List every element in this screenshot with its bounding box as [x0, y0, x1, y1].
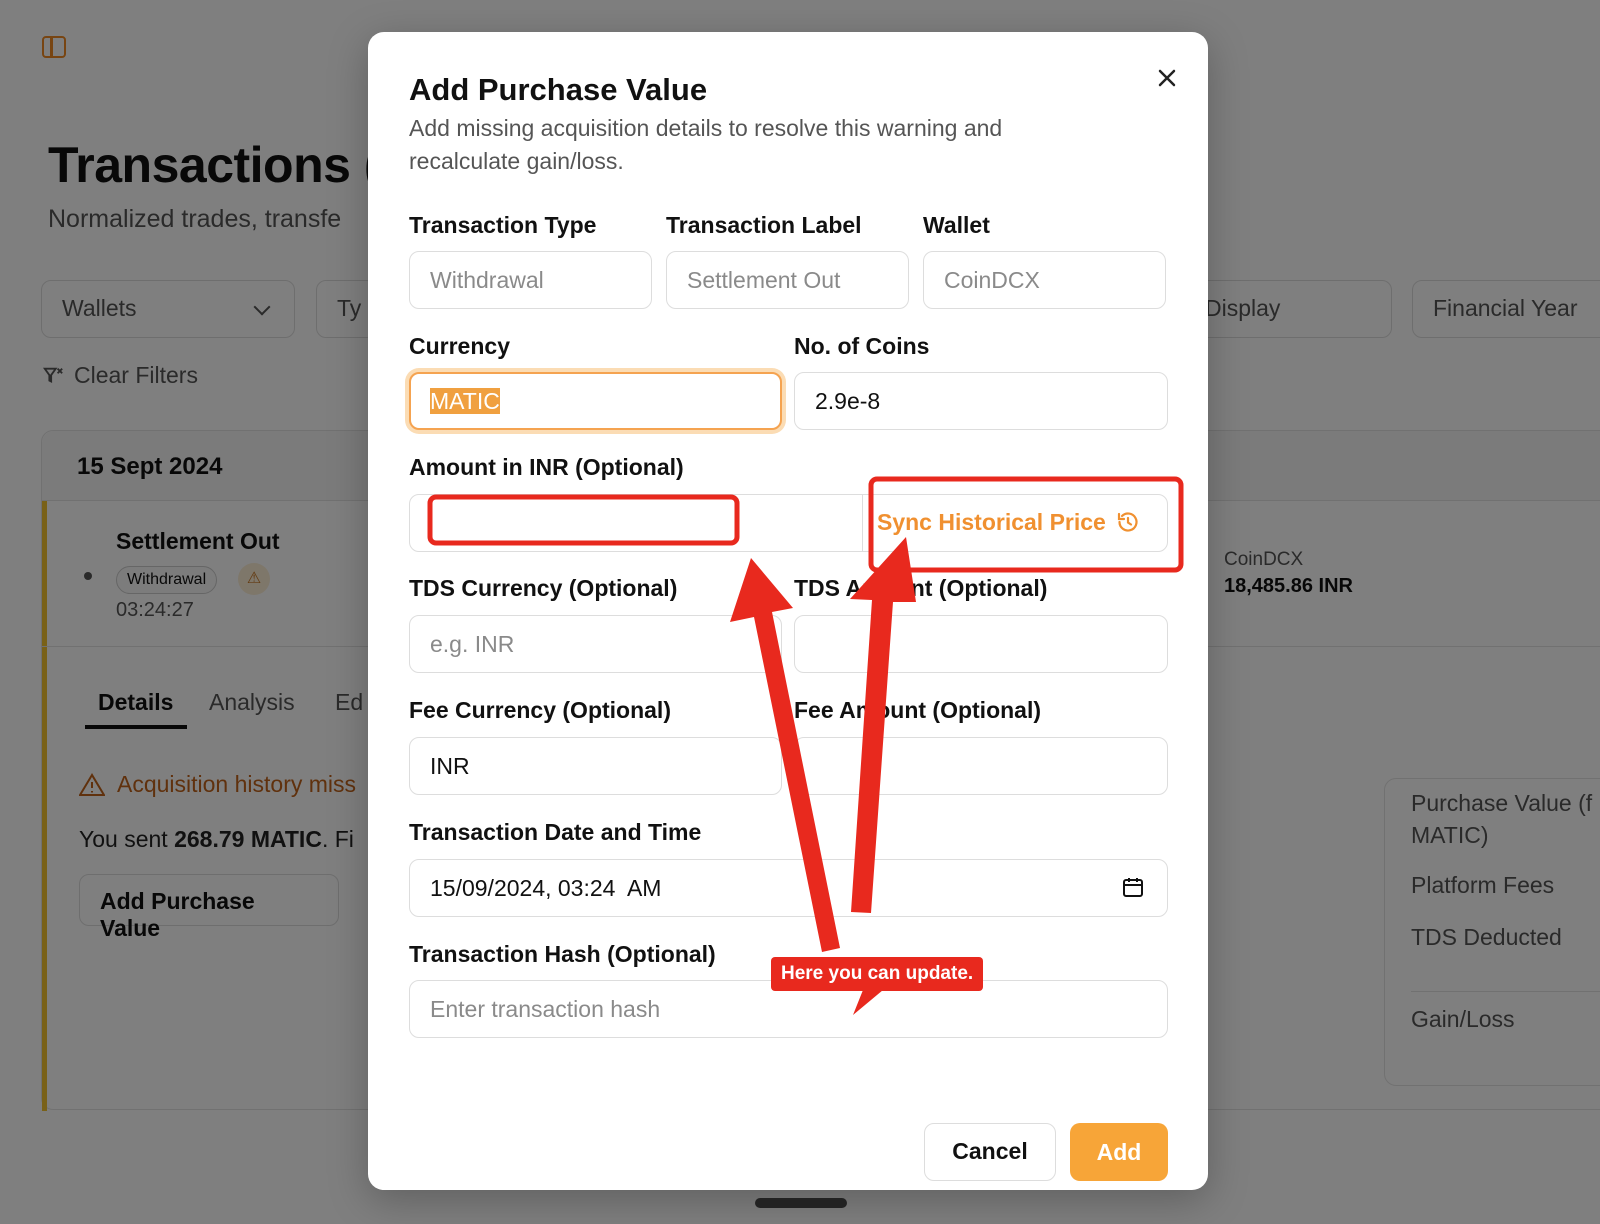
history-icon: [1117, 512, 1138, 532]
currency-value: MATIC: [430, 388, 500, 414]
dialog-description: Add missing acquisition details to resol…: [409, 115, 1003, 174]
date-time-label: Transaction Date and Time: [409, 819, 702, 845]
scroll-handle: [755, 1198, 847, 1208]
sync-historical-price-button[interactable]: Sync Historical Price: [862, 494, 1156, 552]
fee-amount-label: Fee Amount (Optional): [794, 697, 1042, 723]
currency-label: Currency: [409, 333, 510, 359]
transaction-type-label: Transaction Type: [409, 212, 597, 238]
amount-inr-label: Amount in INR (Optional): [409, 454, 684, 480]
fee-currency-input[interactable]: INR: [409, 737, 782, 795]
dialog-title: Add Purchase Value: [409, 72, 708, 107]
add-button[interactable]: Add: [1070, 1123, 1168, 1181]
close-icon[interactable]: [1151, 62, 1183, 94]
no-of-coins-input[interactable]: 2.9e-8: [794, 372, 1168, 430]
fee-currency-label: Fee Currency (Optional): [409, 697, 671, 723]
date-time-value: 15/09/2024, 03:24 AM: [430, 875, 662, 901]
wallet-label: Wallet: [923, 212, 990, 238]
currency-input[interactable]: MATIC: [409, 372, 782, 430]
tds-amount-input[interactable]: [794, 615, 1168, 673]
calendar-icon[interactable]: [1121, 875, 1145, 899]
transaction-label-label: Transaction Label: [666, 212, 862, 238]
tx-hash-label: Transaction Hash (Optional): [409, 941, 716, 967]
cancel-button[interactable]: Cancel: [924, 1123, 1056, 1181]
add-purchase-value-dialog: Add Purchase Value Add missing acquisiti…: [368, 32, 1208, 1190]
tds-amount-label: TDS Amount (Optional): [794, 575, 1048, 601]
transaction-type-field: Withdrawal: [409, 251, 652, 309]
date-time-input[interactable]: 15/09/2024, 03:24 AM: [409, 859, 1168, 917]
no-of-coins-label: No. of Coins: [794, 333, 930, 359]
annotation-callout: Here you can update.: [771, 957, 984, 991]
transaction-label-field: Settlement Out: [666, 251, 909, 309]
tds-currency-label: TDS Currency (Optional): [409, 575, 678, 601]
tds-currency-input[interactable]: e.g. INR: [409, 615, 782, 673]
fee-amount-input[interactable]: [794, 737, 1168, 795]
wallet-field: CoinDCX: [923, 251, 1166, 309]
sync-historical-price-label: Sync Historical Price: [877, 509, 1106, 535]
